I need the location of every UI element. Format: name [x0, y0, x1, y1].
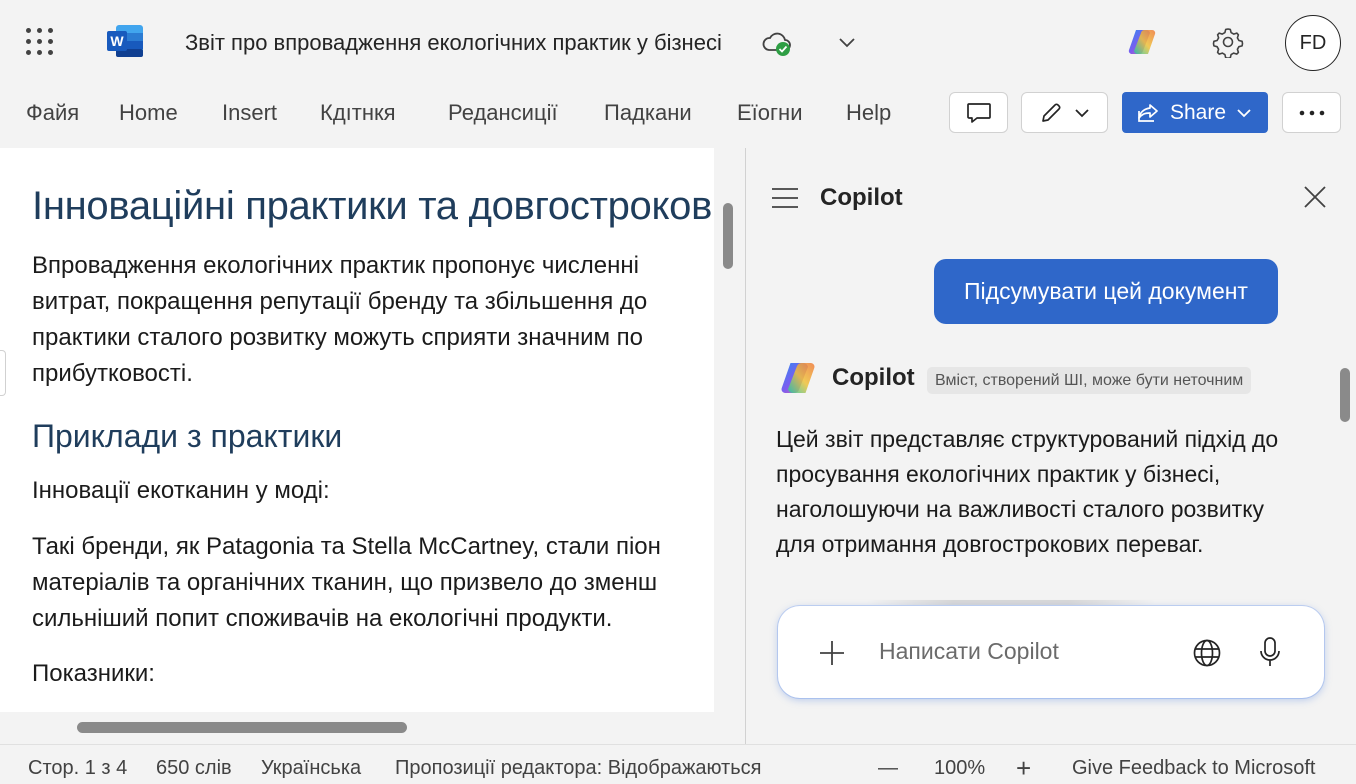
menu-icon[interactable]: [770, 186, 800, 210]
share-label: Share: [1170, 100, 1227, 124]
response-line: просування екологічних практик у бізнесі…: [776, 461, 1221, 487]
word-logo-icon[interactable]: W: [106, 24, 144, 58]
editor-suggestions[interactable]: Пропозиції редактора: Відображаються: [395, 757, 761, 780]
ribbon: Файя Home Insert Кдıтнкя Редансиції Падк…: [0, 84, 1356, 144]
tab-review[interactable]: Редансиції: [448, 100, 558, 126]
status-bar: Стор. 1 з 4 650 слів Українська Пропозиц…: [0, 744, 1356, 784]
zoom-level[interactable]: 100%: [934, 757, 985, 780]
subsection-heading: Приклади з практики: [32, 418, 343, 454]
close-icon[interactable]: [1302, 184, 1328, 210]
assistant-name: Copilot: [832, 364, 915, 391]
word-count[interactable]: 650 слів: [156, 757, 232, 780]
svg-text:W: W: [110, 33, 124, 49]
composer-input[interactable]: Написати Copilot: [879, 638, 1059, 665]
copilot-pane: Copilot Підсумувати цей документ Copilot…: [746, 148, 1356, 744]
comments-button[interactable]: [949, 92, 1008, 133]
more-options-button[interactable]: [1282, 92, 1341, 133]
response-line: Цей звіт представляє структурований підх…: [776, 426, 1279, 452]
paragraph-line: Показники:: [32, 660, 155, 687]
copilot-icon: [781, 362, 815, 394]
response-line: наголошуючи на важливості сталого розвит…: [776, 496, 1265, 522]
mic-icon[interactable]: [1258, 636, 1282, 668]
tab-home[interactable]: Home: [119, 100, 178, 126]
copilot-composer[interactable]: Написати Copilot: [778, 606, 1324, 698]
pencil-icon: [1041, 102, 1061, 122]
zoom-out-button[interactable]: —: [878, 757, 898, 780]
section-heading: Інноваційні практики та довгострокові: [32, 184, 714, 228]
title-bar: W Звіт про впровадження екологічних прак…: [0, 0, 1356, 84]
ai-disclaimer-badge: Вміст, створений ШІ, може бути неточним: [927, 367, 1252, 394]
tab-layout[interactable]: Кдıтнкя: [320, 100, 396, 126]
comment-icon: [966, 102, 991, 123]
gear-icon[interactable]: [1212, 26, 1244, 58]
avatar[interactable]: FD: [1285, 15, 1341, 71]
paragraph-line: сильніший попит споживачів на екологічні…: [32, 605, 613, 632]
paragraph-line: витрат, покращення репутації бренду та з…: [32, 288, 648, 315]
paragraph-line: Впровадження екологічних практик пропону…: [32, 252, 639, 279]
page-count[interactable]: Стор. 1 з 4: [28, 757, 127, 780]
share-button[interactable]: Share: [1122, 92, 1268, 133]
response-line: для отримання довгострокових переваг.: [776, 531, 1204, 557]
paragraph-line: прибутковості.: [32, 360, 193, 387]
tab-help[interactable]: Help: [846, 100, 891, 126]
copilot-icon[interactable]: [1126, 26, 1158, 58]
share-icon: [1138, 103, 1158, 122]
navigation-pane-handle[interactable]: [0, 350, 6, 396]
paragraph-line: Такі бренди, як Patagonia та Stella McCa…: [32, 533, 661, 560]
copilot-scrollbar[interactable]: [1340, 368, 1350, 422]
tab-file[interactable]: Файя: [26, 100, 79, 126]
editing-mode-button[interactable]: [1021, 92, 1108, 133]
globe-icon[interactable]: [1192, 638, 1222, 668]
user-prompt-bubble: Підсумувати цей документ: [934, 259, 1278, 324]
chevron-down-icon: [1237, 108, 1251, 117]
copilot-pane-title: Copilot: [820, 184, 903, 211]
plus-icon[interactable]: [818, 639, 846, 667]
tab-references[interactable]: Падкани: [604, 100, 692, 126]
chevron-down-icon[interactable]: [836, 32, 858, 52]
cloud-synced-icon[interactable]: [762, 30, 792, 58]
tab-insert[interactable]: Insert: [222, 100, 277, 126]
assistant-response: Цей звіт представляє структурований підх…: [776, 422, 1336, 562]
paragraph-line: матеріалів та органічних тканин, що приз…: [32, 569, 658, 596]
language-indicator[interactable]: Українська: [261, 757, 361, 780]
more-icon: [1299, 110, 1324, 115]
document-title[interactable]: Звіт про впровадження екологічних практи…: [185, 30, 722, 56]
document-horizontal-scrollbar[interactable]: [77, 722, 407, 733]
zoom-in-button[interactable]: +: [1016, 753, 1031, 784]
feedback-link[interactable]: Give Feedback to Microsoft: [1072, 757, 1315, 780]
document-vertical-scrollbar[interactable]: [723, 203, 733, 269]
paragraph-line: Інновації екотканин у моді:: [32, 477, 330, 504]
document-canvas[interactable]: Інноваційні практики та довгострокові Вп…: [0, 148, 714, 712]
tab-view[interactable]: Еїогни: [737, 100, 802, 126]
app-launcher-icon[interactable]: [26, 28, 54, 56]
paragraph-line: практики сталого розвитку можуть сприяти…: [32, 324, 644, 351]
chevron-down-icon: [1074, 108, 1089, 117]
